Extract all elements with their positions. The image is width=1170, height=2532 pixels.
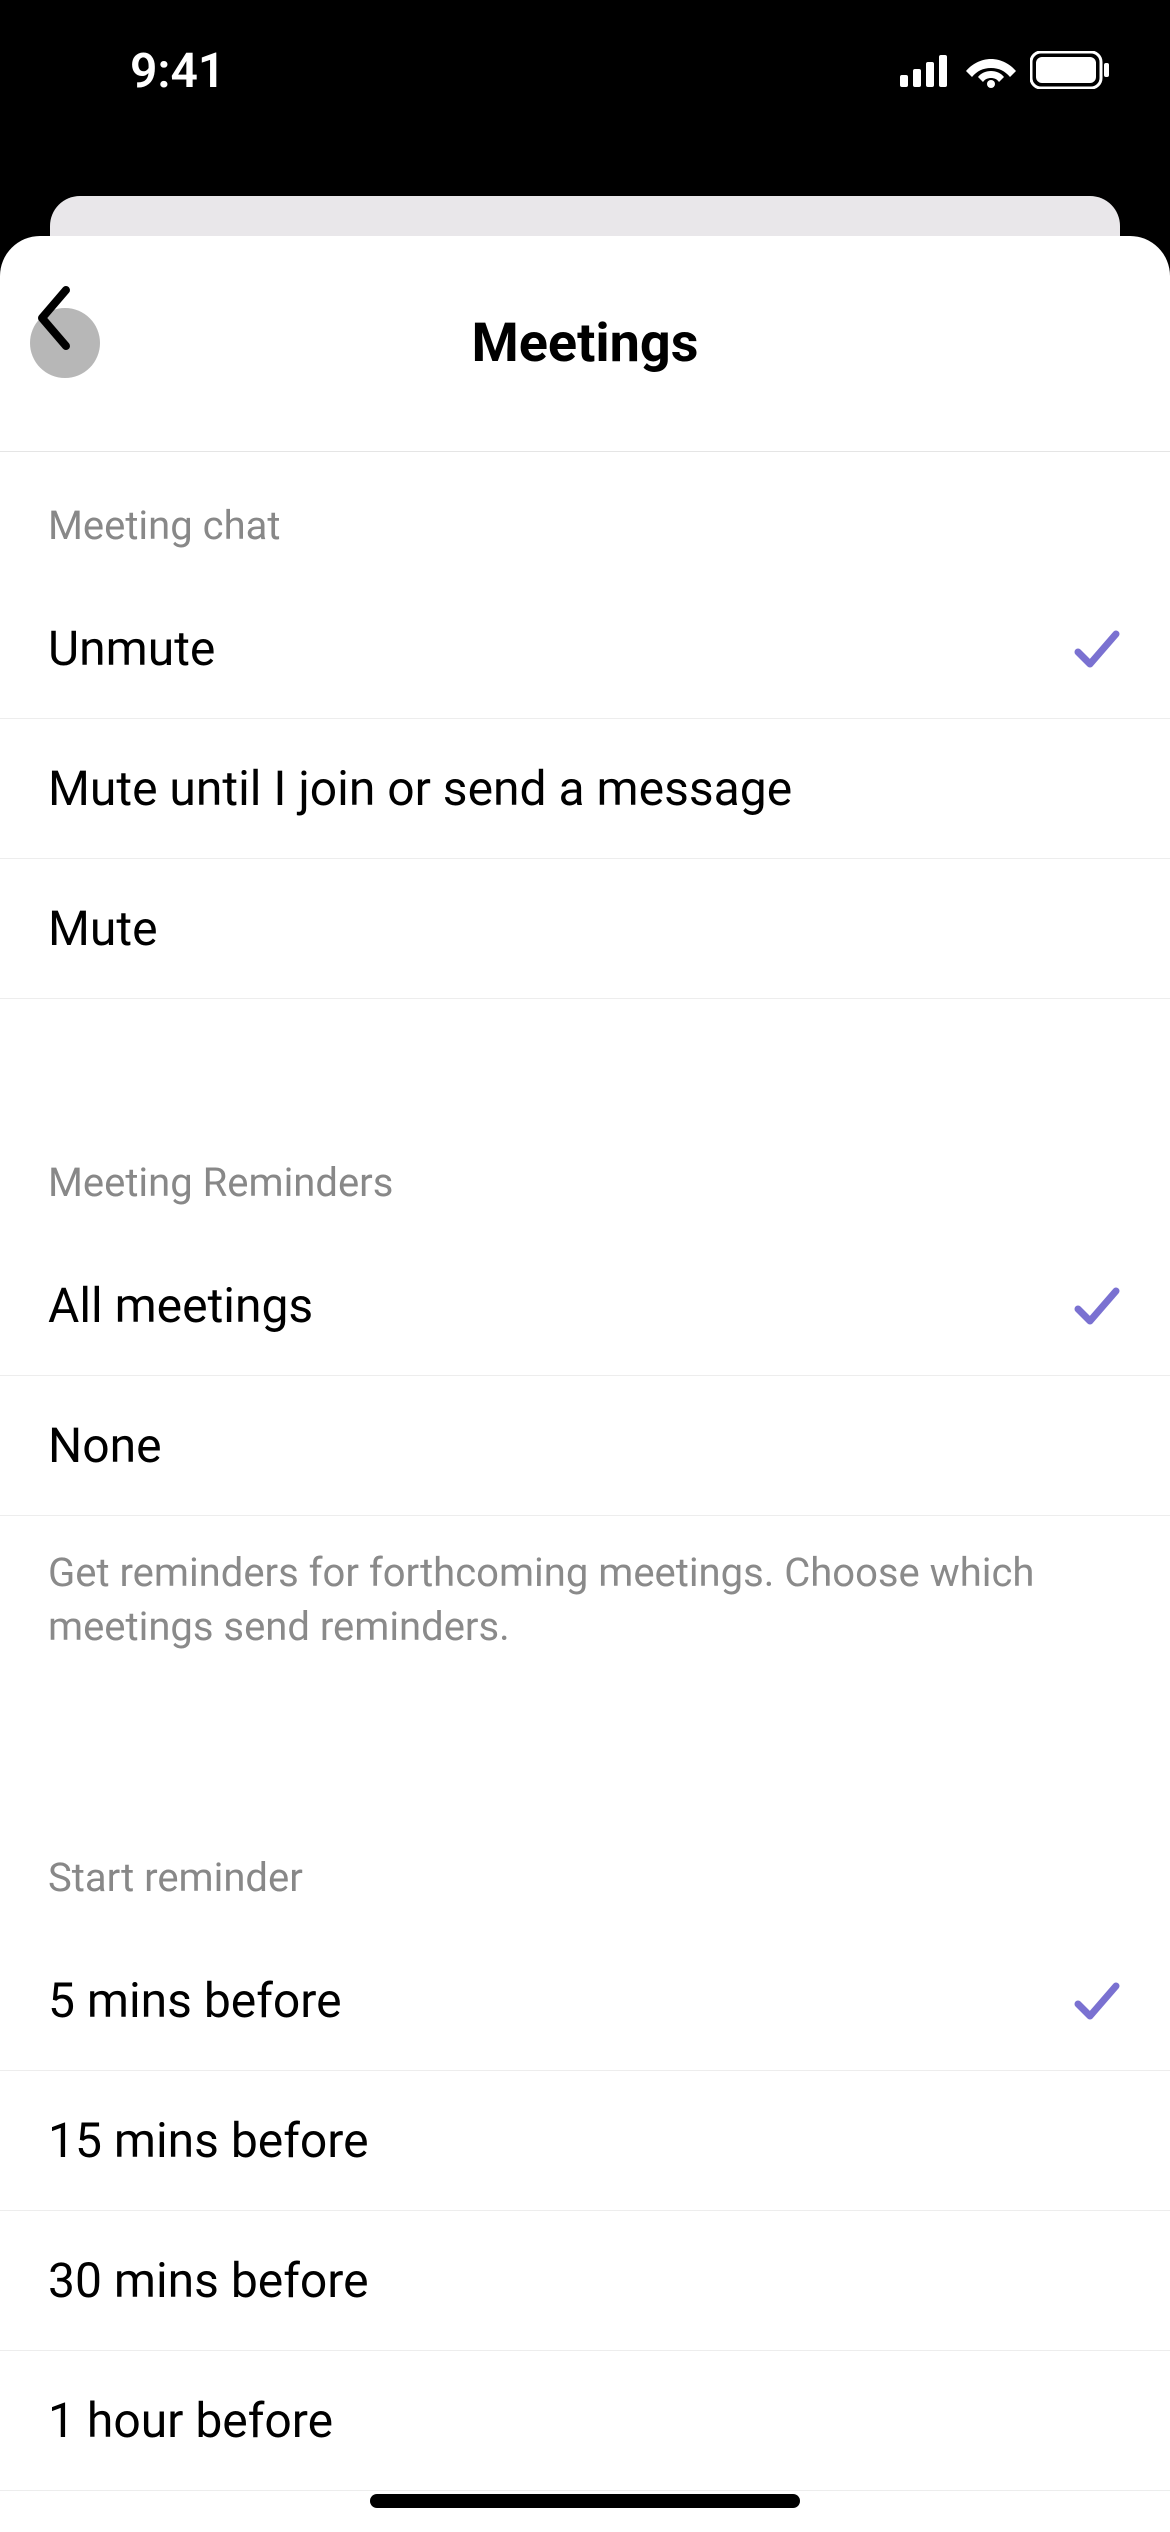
row-label: Unmute	[48, 620, 215, 677]
status-bar: 9:41	[0, 0, 1170, 140]
content-scroll[interactable]: Meeting chat Unmute Mute until I join or…	[0, 452, 1170, 2532]
cellular-icon	[900, 53, 952, 87]
row-none[interactable]: None	[0, 1376, 1170, 1516]
row-all-meetings[interactable]: All meetings	[0, 1236, 1170, 1376]
checkmark-icon	[1072, 624, 1122, 674]
row-label: 15 mins before	[48, 2112, 369, 2169]
row-label: All meetings	[48, 1277, 313, 1334]
row-mute-until-join[interactable]: Mute until I join or send a message	[0, 719, 1170, 859]
row-label: 1 hour before	[48, 2392, 333, 2449]
row-label: None	[48, 1417, 162, 1474]
row-5-mins-before[interactable]: 5 mins before	[0, 1931, 1170, 2071]
row-label: Mute	[48, 900, 158, 957]
row-label: 30 mins before	[48, 2252, 369, 2309]
section-header-meeting-reminders: Meeting Reminders	[0, 1099, 1170, 1236]
section-footer-reminders: Get reminders for forthcoming meetings. …	[0, 1516, 1170, 1694]
checkmark-icon	[1072, 1281, 1122, 1331]
row-label: 5 mins before	[48, 1972, 342, 2029]
section-header-start-reminder: Start reminder	[0, 1794, 1170, 1931]
section-header-meeting-chat: Meeting chat	[0, 452, 1170, 579]
home-indicator[interactable]	[370, 2494, 800, 2508]
checkmark-icon	[1072, 1976, 1122, 2026]
back-icon[interactable]	[30, 282, 78, 354]
header: Meetings	[0, 236, 1170, 452]
wifi-icon	[966, 52, 1016, 88]
settings-sheet: Meetings Meeting chat Unmute Mute until …	[0, 236, 1170, 2532]
row-unmute[interactable]: Unmute	[0, 579, 1170, 719]
status-icons	[900, 51, 1110, 89]
row-mute[interactable]: Mute	[0, 859, 1170, 999]
row-1-hour-before[interactable]: 1 hour before	[0, 2351, 1170, 2491]
row-label: Mute until I join or send a message	[48, 760, 792, 817]
battery-icon	[1030, 51, 1110, 89]
status-time: 9:41	[130, 42, 225, 99]
page-title: Meetings	[471, 312, 698, 375]
row-30-mins-before[interactable]: 30 mins before	[0, 2211, 1170, 2351]
row-15-mins-before[interactable]: 15 mins before	[0, 2071, 1170, 2211]
